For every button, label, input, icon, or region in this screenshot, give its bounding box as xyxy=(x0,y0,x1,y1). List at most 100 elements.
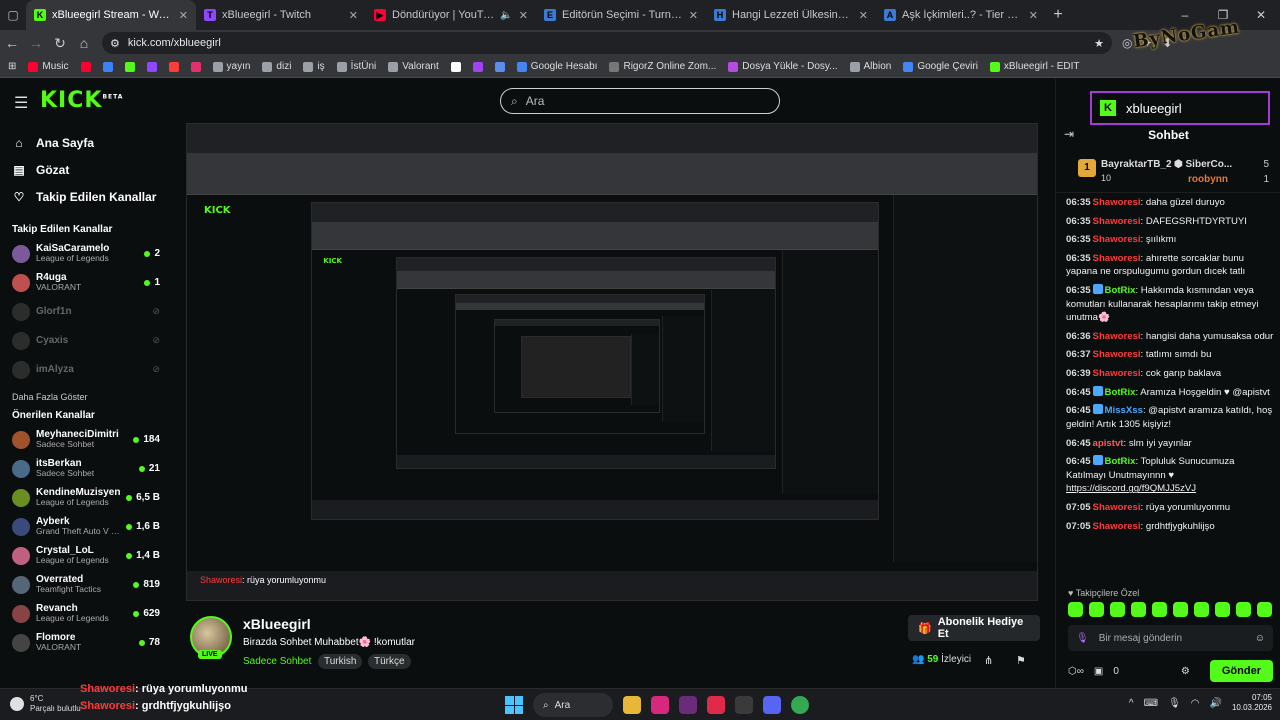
file-explorer-icon[interactable] xyxy=(623,696,641,714)
mic-tray-icon[interactable]: 🎙 xyxy=(1168,698,1181,709)
message-username[interactable]: MissXss xyxy=(1105,405,1143,416)
bookmark-item[interactable]: RigorZ Online Zom... xyxy=(609,61,716,72)
bookmark-item[interactable]: Valorant xyxy=(388,61,439,72)
chrome-icon[interactable] xyxy=(791,696,809,714)
forward-icon[interactable]: → xyxy=(24,35,48,51)
kick-logo[interactable]: KICKBETA xyxy=(40,88,123,113)
message-username[interactable]: Shaworesi xyxy=(1093,331,1141,342)
emote-icon[interactable] xyxy=(1131,602,1146,617)
tab-menu-icon[interactable]: ▢ xyxy=(0,0,26,30)
message-username[interactable]: BotRix xyxy=(1105,387,1136,398)
bookmark-item[interactable] xyxy=(190,61,201,72)
show-more-link[interactable]: Daha Fazla Göster xyxy=(0,392,170,402)
bookmark-item[interactable] xyxy=(168,61,179,72)
instagram-icon[interactable] xyxy=(651,696,669,714)
emote-icon[interactable] xyxy=(1194,602,1209,617)
emote-icon[interactable] xyxy=(1236,602,1251,617)
message-username[interactable]: Shaworesi xyxy=(1093,234,1141,245)
close-tab-icon[interactable]: ✕ xyxy=(689,9,698,22)
search-input[interactable]: ⌕ Ara xyxy=(500,88,780,114)
close-tab-icon[interactable]: ✕ xyxy=(519,9,528,22)
browser-tab[interactable]: KxBlueegirl Stream - Watch Live ✕ xyxy=(26,0,196,30)
sidebar-channel[interactable]: KendineMuzisyen League of Legends 6,5 B xyxy=(0,483,170,512)
apps-grid-icon[interactable]: ⊞ xyxy=(8,61,16,72)
sidebar-nav-item[interactable]: ▤ Gözat xyxy=(0,156,170,183)
chat-input[interactable]: 🎙 Bir mesaj gönderin ☺ xyxy=(1068,625,1273,651)
browser-tab[interactable]: H Hangi Lezzeti Ülkesinde Denem ✕ xyxy=(706,0,876,30)
gifter-name-2[interactable]: ⬢ SiberCo... xyxy=(1174,159,1232,170)
sidebar-channel[interactable]: Revanch League of Legends 629 xyxy=(0,599,170,628)
settings-icon[interactable]: ⚙ xyxy=(1181,666,1190,677)
sidebar-channel[interactable]: Cyaxis ⊘ xyxy=(0,326,170,355)
discord-icon[interactable] xyxy=(763,696,781,714)
taskbar-search[interactable]: ⌕ Ara xyxy=(533,693,613,717)
url-field[interactable]: ⚙ kick.com/xblueegirl ★ xyxy=(102,32,1112,54)
emote-icon[interactable] xyxy=(1110,602,1125,617)
wifi-icon[interactable]: ◠ xyxy=(1191,698,1200,709)
site-info-icon[interactable]: ⚙ xyxy=(110,37,120,50)
close-window-icon[interactable]: ✕ xyxy=(1242,0,1280,30)
bookmark-item[interactable] xyxy=(146,61,157,72)
steam-icon[interactable] xyxy=(735,696,753,714)
sidebar-nav-item[interactable]: ⌂ Ana Sayfa xyxy=(0,129,170,156)
gift-box-icon[interactable]: ▣ xyxy=(1094,666,1103,677)
sidebar-channel[interactable]: R4uga VALORANT 1 xyxy=(0,268,170,297)
extension-icon[interactable]: ◎ xyxy=(1122,36,1132,50)
message-username[interactable]: Shaworesi xyxy=(1093,253,1141,264)
bookmark-star-icon[interactable]: ★ xyxy=(1094,37,1104,50)
emote-icon[interactable] xyxy=(1173,602,1188,617)
bookmark-item[interactable]: iş xyxy=(303,61,325,72)
send-button[interactable]: Gönder xyxy=(1209,660,1273,682)
close-tab-icon[interactable]: ✕ xyxy=(179,9,188,22)
browser-tab[interactable]: TxBlueegirl - Twitch ✕ xyxy=(196,0,366,30)
browser-tab[interactable]: E Editörün Seçimi - Turnuva - Qu ✕ xyxy=(536,0,706,30)
sidebar-channel[interactable]: Crystal_LoL League of Legends 1,4 B xyxy=(0,541,170,570)
message-username[interactable]: Shaworesi xyxy=(1093,216,1141,227)
bookmark-item[interactable]: Google Hesabı xyxy=(516,61,597,72)
home-icon[interactable]: ⌂ xyxy=(72,35,96,51)
bookmark-item[interactable] xyxy=(472,61,483,72)
bookmark-item[interactable]: Google Çeviri xyxy=(903,61,978,72)
sidebar-channel[interactable]: Flomore VALORANT 78 xyxy=(0,628,170,657)
close-tab-icon[interactable]: ✕ xyxy=(1029,9,1038,22)
sidebar-channel[interactable]: Overrated Teamfight Tactics 819 xyxy=(0,570,170,599)
bookmark-item[interactable]: İstÜni xyxy=(336,61,376,72)
menu-icon[interactable]: ☰ xyxy=(14,93,28,113)
emote-icon[interactable] xyxy=(1089,602,1104,617)
close-tab-icon[interactable]: ✕ xyxy=(349,9,358,22)
message-username[interactable]: Shaworesi xyxy=(1093,197,1141,208)
bookmark-item[interactable] xyxy=(124,61,135,72)
emote-icon[interactable] xyxy=(1257,602,1272,617)
volume-icon[interactable]: 🔊 xyxy=(1210,698,1222,709)
message-username[interactable]: Shaworesi xyxy=(1093,368,1141,379)
follow-icon[interactable]: ⚑ xyxy=(1016,654,1026,667)
bookmark-item[interactable] xyxy=(450,61,461,72)
browser-tab[interactable]: A Aşk İçkimleri..? - Tier List | Kör ✕ xyxy=(876,0,1046,30)
bookmark-item[interactable] xyxy=(494,61,505,72)
close-tab-icon[interactable]: ✕ xyxy=(859,9,868,22)
message-link[interactable]: https://discord.gg/f9QMJJ5zVJ xyxy=(1066,483,1196,494)
share-icon[interactable]: ⋔ xyxy=(984,654,993,667)
sidebar-channel[interactable]: Glorf1n ⊘ xyxy=(0,297,170,326)
browser-tab[interactable]: ▶ Döndürüyor | YouTube Mu 🔈 ✕ xyxy=(366,0,536,30)
windows-start-icon[interactable] xyxy=(505,696,523,714)
bookmark-item[interactable]: Dosya Yükle - Dosy... xyxy=(728,61,838,72)
sidebar-nav-item[interactable]: ♡ Takip Edilen Kanallar xyxy=(0,183,170,210)
keyboard-icon[interactable]: ⌨ xyxy=(1144,698,1158,709)
app-icon[interactable] xyxy=(679,696,697,714)
emote-icon[interactable] xyxy=(1068,602,1083,617)
bookmark-item[interactable]: dizi xyxy=(262,61,291,72)
clock[interactable]: 07:05 10.03.2026 xyxy=(1232,693,1272,714)
message-username[interactable]: Shaworesi xyxy=(1093,349,1141,360)
reload-icon[interactable]: ↻ xyxy=(48,35,72,52)
points-icon[interactable]: ⬡∞ xyxy=(1068,666,1084,677)
message-username[interactable]: Shaworesi xyxy=(1093,502,1141,513)
video-player[interactable]: KICK KICK xyxy=(186,123,1038,601)
message-username[interactable]: BotRix xyxy=(1105,285,1136,296)
stream-category[interactable]: Sadece Sohbet xyxy=(243,656,311,667)
message-username[interactable]: BotRix xyxy=(1105,456,1136,467)
sidebar-channel[interactable]: Ayberk Grand Theft Auto V (... 1,6 B xyxy=(0,512,170,541)
gifter-name-1[interactable]: BayraktarTB_2 xyxy=(1101,159,1172,170)
app-icon[interactable] xyxy=(707,696,725,714)
sidebar-channel[interactable]: MeyhaneciDimitri Sadece Sohbet 184 xyxy=(0,425,170,454)
